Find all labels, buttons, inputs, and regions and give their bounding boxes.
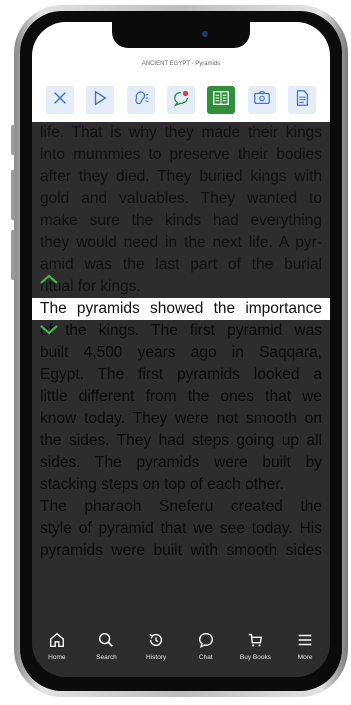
document-icon — [293, 89, 311, 112]
listen-icon — [132, 89, 150, 112]
text-line: after they died. They buried kings with — [40, 168, 322, 185]
volume-down-button — [11, 230, 15, 280]
nav-search[interactable]: Search — [86, 630, 126, 661]
search-icon — [97, 630, 115, 650]
text-line: know today. They were not smooth on — [40, 410, 322, 427]
text-line: style of pyramid that we see today. His — [40, 520, 322, 537]
text-line: ritual for kings. — [40, 278, 141, 295]
history-icon — [147, 630, 165, 650]
text-line: into mummies to preserve their bodies — [40, 146, 322, 163]
text-line: stacking steps on top of each other. — [40, 476, 284, 493]
play-icon — [91, 89, 109, 112]
text-line: life. That is why they made their kings — [40, 124, 322, 141]
nav-history-label: History — [146, 654, 167, 661]
play-button[interactable] — [86, 86, 115, 114]
nav-more-label: More — [297, 654, 313, 661]
close-icon — [51, 89, 69, 112]
camera — [202, 31, 208, 37]
nav-history[interactable]: History — [136, 630, 176, 661]
previous-line-chevron-up-icon[interactable] — [38, 272, 60, 291]
text-line: The pharaoh Sneferu created the — [40, 498, 322, 515]
document-button[interactable] — [287, 86, 316, 114]
bottom-navigation: Home Search History Chat Buy Books More — [32, 622, 330, 677]
text-line: they would need in the next life. A pyr- — [40, 234, 322, 251]
close-button[interactable] — [46, 86, 75, 114]
text-line: Egypt. The first pyramids looked a — [40, 366, 322, 383]
nav-buy-books[interactable]: Buy Books — [235, 630, 275, 661]
text-line: pyramids were built with smooth sides — [40, 542, 322, 559]
book-title: ANCIENT EGYPT - Pyramids — [141, 61, 221, 67]
nav-search-label: Search — [96, 654, 117, 661]
text-line: the sides. They had steps going up all — [40, 432, 322, 449]
phone-frame: ANCIENT EGYPT - Pyramids life. That is w… — [11, 5, 348, 697]
volume-up-button — [11, 170, 15, 220]
nav-chat[interactable]: Chat — [186, 630, 226, 661]
reader-text-area[interactable]: life. That is why they made their kings … — [32, 122, 330, 622]
book-icon — [212, 89, 230, 112]
nav-more[interactable]: More — [285, 630, 325, 661]
text-line: little different from the ones that we — [40, 388, 322, 405]
screen: ANCIENT EGYPT - Pyramids life. That is w… — [32, 22, 330, 677]
reader-toolbar — [32, 78, 330, 122]
next-line-chevron-down-icon[interactable] — [38, 323, 60, 342]
nav-buy-books-label: Buy Books — [239, 654, 271, 661]
nav-chat-label: Chat — [198, 654, 213, 661]
nav-home[interactable]: Home — [37, 630, 77, 661]
nav-home-label: Home — [48, 654, 66, 661]
mute-switch — [11, 125, 15, 155]
highlighted-line: The pyramids showed the importance — [32, 298, 330, 320]
comment-icon — [172, 89, 190, 112]
chat-icon — [197, 630, 215, 650]
text-line: make sure the kinds had everything — [40, 212, 322, 229]
text-line: gold and valuables. They wanted to — [40, 190, 322, 207]
text-line: amid was the last part of the burial — [40, 256, 322, 273]
listen-button[interactable] — [126, 86, 155, 114]
book-view-button[interactable] — [207, 86, 236, 114]
phone-bezel: ANCIENT EGYPT - Pyramids life. That is w… — [20, 11, 342, 691]
text-line: of the kings. The first pyramid was — [40, 322, 322, 339]
settings-icon — [253, 89, 271, 112]
comment-button[interactable] — [166, 86, 195, 114]
settings-button[interactable] — [247, 86, 276, 114]
text-line: built 4,500 years ago in Saqqara, — [40, 344, 322, 361]
menu-icon — [296, 630, 314, 650]
home-icon — [48, 630, 66, 650]
notch — [112, 22, 250, 48]
cart-icon — [246, 630, 264, 650]
text-line: sides. The pyramids were built by — [40, 454, 322, 471]
